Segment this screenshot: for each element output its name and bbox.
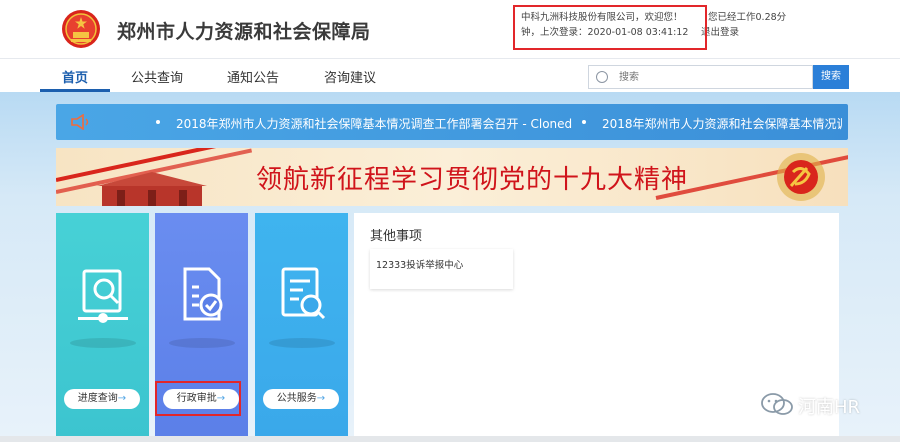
welcome-highlight-box	[513, 5, 707, 50]
site-title: 郑州市人力资源和社会保障局	[117, 21, 371, 43]
search-button[interactable]: 搜索	[813, 65, 849, 89]
tiananmen-icon	[97, 172, 207, 206]
slogan-banner[interactable]: 领航新征程学习贯彻党的十九大精神	[56, 148, 848, 206]
ticker-track: H 2018年郑州市人力资源和社会保障基本情况调查工作部署会召开 - Clone…	[104, 104, 842, 140]
ticker-item[interactable]: 2018年郑州市人力资源和社会保障基本情况调查工作部署会召开 - Cloned	[176, 115, 572, 132]
search-input[interactable]	[619, 70, 799, 84]
public-service-button[interactable]: 公共服务→	[263, 389, 339, 409]
tile-shadow	[169, 338, 235, 348]
ticker-dot	[582, 120, 586, 124]
tile-button-label: 进度查询	[77, 393, 118, 404]
speaker-icon	[71, 114, 89, 130]
card-label: 12333投诉举报中心	[376, 260, 464, 271]
document-check-icon	[183, 267, 223, 321]
nav-item-public-query[interactable]: 公共查询	[131, 67, 183, 86]
admin-approval-highlight-box	[155, 381, 241, 416]
search-icon	[596, 71, 608, 83]
slogan-text: 领航新征程学习贯彻党的十九大精神	[256, 165, 689, 195]
document-search-icon	[78, 269, 128, 323]
tile-shadow	[269, 338, 335, 348]
tile-progress-query[interactable]: 进度查询→	[56, 213, 149, 442]
arrow-right-icon: →	[316, 393, 326, 404]
national-emblem-icon	[62, 10, 100, 48]
arrow-right-icon: →	[117, 393, 127, 404]
document-list-search-icon	[281, 267, 326, 320]
search-box[interactable]	[588, 65, 813, 89]
watermark: 河南HR	[760, 390, 890, 418]
nav-item-home[interactable]: 首页	[62, 67, 88, 86]
party-emblem-icon	[777, 153, 825, 201]
tile-public-service[interactable]: 公共服务→	[255, 213, 348, 442]
ticker-dot	[156, 120, 160, 124]
nav-item-notices[interactable]: 通知公告	[227, 67, 279, 86]
news-ticker: H 2018年郑州市人力资源和社会保障基本情况调查工作部署会召开 - Clone…	[56, 104, 848, 140]
work-duration-text: 您已经工作0.28分	[708, 12, 787, 23]
panel-title: 其他事项	[370, 229, 423, 244]
watermark-text: 河南HR	[798, 397, 861, 418]
header: 郑州市人力资源和社会保障局 中科九洲科技股份有限公司，欢迎您！ 您已经工作0.2…	[0, 0, 900, 58]
ticker-item[interactable]: 2018年郑州市人力资源和社会保障基本情况调	[602, 115, 842, 132]
wechat-icon	[761, 393, 793, 415]
tile-button-label: 公共服务	[276, 393, 317, 404]
progress-query-button[interactable]: 进度查询→	[64, 389, 140, 409]
tile-shadow	[70, 338, 136, 348]
horizontal-scrollbar[interactable]	[0, 436, 900, 442]
complaint-center-card[interactable]: 12333投诉举报中心	[370, 249, 513, 289]
nav-item-consult[interactable]: 咨询建议	[324, 67, 376, 86]
